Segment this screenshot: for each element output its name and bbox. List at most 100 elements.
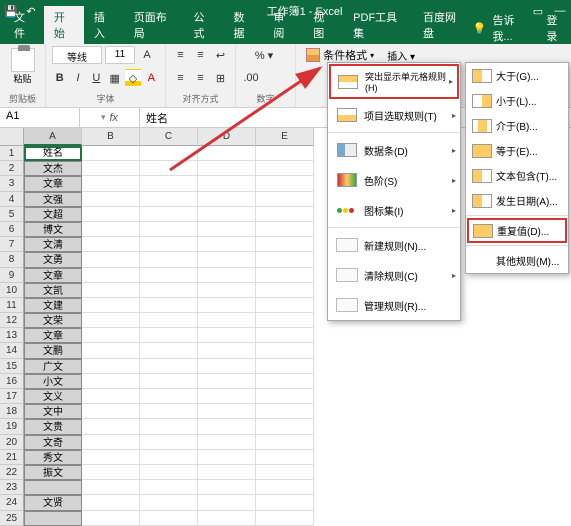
cell[interactable] <box>140 389 198 404</box>
cell[interactable]: 博文 <box>24 222 82 237</box>
cell[interactable] <box>82 511 140 526</box>
align-center-icon[interactable]: ≡ <box>192 69 209 87</box>
cell[interactable] <box>198 283 256 298</box>
cell[interactable]: 文章 <box>24 176 82 191</box>
cell[interactable] <box>140 374 198 389</box>
cell[interactable] <box>256 435 314 450</box>
align-left-icon[interactable]: ≡ <box>172 69 189 87</box>
increase-font-icon[interactable]: A <box>138 46 156 64</box>
cell[interactable]: 文清 <box>24 237 82 252</box>
cell[interactable] <box>24 511 82 526</box>
row-header[interactable]: 25 <box>0 511 24 526</box>
cell[interactable] <box>82 176 140 191</box>
cell[interactable] <box>140 511 198 526</box>
tab-baidu[interactable]: 百度网盘 <box>413 6 473 44</box>
cell[interactable] <box>82 283 140 298</box>
submenu-less-than[interactable]: 小于(L)... <box>466 88 568 113</box>
cell[interactable] <box>198 237 256 252</box>
submenu-between[interactable]: 介于(B)... <box>466 113 568 138</box>
cell[interactable] <box>198 146 256 161</box>
cell[interactable] <box>256 480 314 495</box>
border-button[interactable]: ▦ <box>107 69 122 87</box>
cell[interactable] <box>82 435 140 450</box>
cell[interactable] <box>198 343 256 358</box>
cell[interactable]: 文章 <box>24 268 82 283</box>
cell[interactable] <box>198 252 256 267</box>
cell[interactable] <box>82 450 140 465</box>
row-header[interactable]: 1 <box>0 146 24 161</box>
tab-home[interactable]: 开始 <box>44 6 84 44</box>
cell[interactable] <box>82 419 140 434</box>
cell[interactable] <box>140 359 198 374</box>
cell[interactable] <box>198 359 256 374</box>
cell[interactable]: 文强 <box>24 192 82 207</box>
menu-highlight-cells-rules[interactable]: 突出显示单元格规则(H) ▸ <box>329 64 459 99</box>
cell[interactable] <box>198 374 256 389</box>
row-header[interactable]: 14 <box>0 343 24 358</box>
cell[interactable] <box>256 252 314 267</box>
cell[interactable] <box>140 268 198 283</box>
cell[interactable] <box>140 343 198 358</box>
cell[interactable] <box>82 480 140 495</box>
tab-insert[interactable]: 插入 <box>84 6 124 44</box>
cell[interactable] <box>82 328 140 343</box>
cell[interactable]: 文超 <box>24 207 82 222</box>
cell[interactable] <box>198 450 256 465</box>
cell[interactable] <box>198 511 256 526</box>
name-box[interactable]: A1 <box>0 108 80 127</box>
row-header[interactable]: 16 <box>0 374 24 389</box>
fx-cancel-icon[interactable]: ▾ <box>101 112 106 123</box>
menu-manage-rules[interactable]: 管理规则(R)... <box>328 290 460 320</box>
cell[interactable]: 文荣 <box>24 313 82 328</box>
cell[interactable] <box>140 176 198 191</box>
cell[interactable] <box>198 495 256 510</box>
row-header[interactable]: 11 <box>0 298 24 313</box>
insert-cells-button[interactable]: 插入 ▾ <box>387 48 415 63</box>
cell[interactable] <box>198 389 256 404</box>
fx-icon[interactable]: fx <box>109 112 118 124</box>
submenu-greater-than[interactable]: 大于(G)... <box>466 63 568 88</box>
cell[interactable] <box>256 161 314 176</box>
cell[interactable] <box>140 404 198 419</box>
cell[interactable] <box>82 465 140 480</box>
cell[interactable] <box>140 298 198 313</box>
submenu-equal-to[interactable]: 等于(E)... <box>466 138 568 163</box>
col-header-A[interactable]: A <box>24 128 82 146</box>
menu-icon-sets[interactable]: 图标集(I) ▸ <box>328 195 460 225</box>
row-header[interactable]: 20 <box>0 435 24 450</box>
cell[interactable] <box>256 298 314 313</box>
font-name-select[interactable]: 等线 <box>52 46 102 64</box>
cell[interactable] <box>140 207 198 222</box>
tab-data[interactable]: 数据 <box>223 6 263 44</box>
cell[interactable] <box>140 161 198 176</box>
row-header[interactable]: 8 <box>0 252 24 267</box>
cell[interactable] <box>140 192 198 207</box>
cell[interactable]: 文杰 <box>24 161 82 176</box>
cell[interactable]: 振文 <box>24 465 82 480</box>
cell[interactable] <box>82 343 140 358</box>
row-header[interactable]: 13 <box>0 328 24 343</box>
cell[interactable]: 文奇 <box>24 435 82 450</box>
merge-icon[interactable]: ⊞ <box>212 69 229 87</box>
menu-clear-rules[interactable]: 清除规则(C) ▸ <box>328 260 460 290</box>
row-header[interactable]: 19 <box>0 419 24 434</box>
cell[interactable] <box>82 237 140 252</box>
cell[interactable] <box>24 480 82 495</box>
select-all-corner[interactable] <box>0 128 24 146</box>
tab-review[interactable]: 审阅 <box>263 6 303 44</box>
submenu-duplicate-values[interactable]: 重复值(D)... <box>467 218 567 243</box>
cell[interactable] <box>82 389 140 404</box>
cell[interactable]: 小文 <box>24 374 82 389</box>
row-header[interactable]: 12 <box>0 313 24 328</box>
cell[interactable] <box>82 313 140 328</box>
row-header[interactable]: 10 <box>0 283 24 298</box>
cell[interactable] <box>82 404 140 419</box>
row-header[interactable]: 7 <box>0 237 24 252</box>
cell[interactable] <box>140 222 198 237</box>
cell[interactable] <box>198 207 256 222</box>
cell[interactable] <box>256 237 314 252</box>
cell[interactable] <box>256 359 314 374</box>
row-header[interactable]: 22 <box>0 465 24 480</box>
bold-button[interactable]: B <box>52 69 67 87</box>
cell[interactable] <box>140 237 198 252</box>
